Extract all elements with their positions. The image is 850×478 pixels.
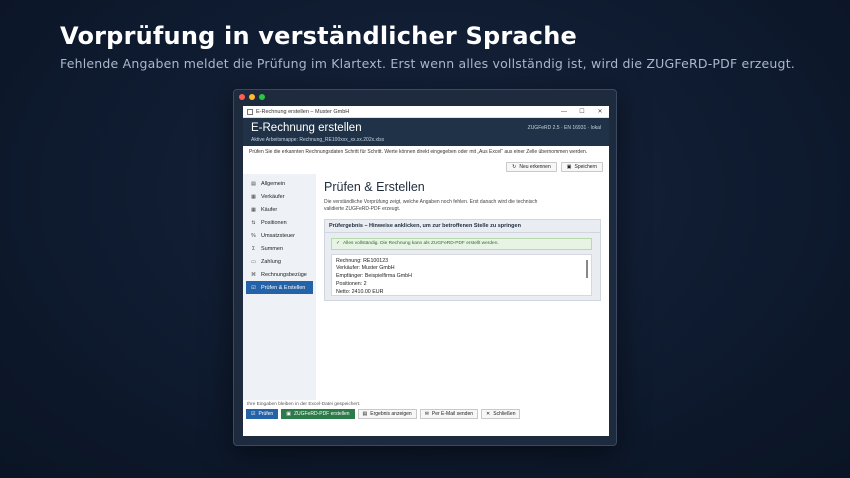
check-icon: ☑ bbox=[251, 411, 256, 417]
app-icon bbox=[247, 108, 253, 115]
building-icon: ▦ bbox=[251, 207, 256, 214]
show-result-label: Ergebnis anzeigen bbox=[370, 411, 412, 417]
create-pdf-label: ZUGFeRD-PDF erstellen bbox=[293, 411, 350, 417]
result-line: Positionen: 2 bbox=[336, 281, 367, 288]
standard-label: ZUGFeRD 2.5 · EN 16931 · lokal bbox=[527, 125, 601, 131]
screenshot-frame: E-Rechnung erstellen – Muster GmbH — ☐ ✕… bbox=[233, 89, 617, 446]
check-label: Prüfen bbox=[258, 411, 274, 417]
result-summary: Rechnung: RE100123 Verkäufer: Muster Gmb… bbox=[331, 253, 592, 296]
result-line: Netto: 2410.00 EUR bbox=[336, 289, 384, 296]
send-email-label: Per E-Mail senden bbox=[431, 411, 474, 417]
app-window: E-Rechnung erstellen – Muster GmbH — ☐ ✕… bbox=[243, 106, 609, 436]
intro-text: Prüfen Sie die erkannten Rechnungsdaten … bbox=[249, 149, 588, 155]
subline: Fehlende Angaben meldet die Prüfung im K… bbox=[60, 56, 795, 71]
traffic-lights bbox=[239, 94, 265, 100]
recognize-label: Neu erkennen bbox=[519, 164, 551, 170]
minimize-dot-icon bbox=[249, 94, 255, 100]
close-dot-icon bbox=[239, 94, 245, 100]
create-pdf-button[interactable]: ▣ ZUGFeRD-PDF erstellen bbox=[281, 409, 355, 419]
sidebar-item-label: Positionen bbox=[261, 220, 287, 227]
send-email-button[interactable]: ✉ Per E-Mail senden bbox=[419, 409, 479, 419]
sidebar-item-zahlung[interactable]: ▭ Zahlung bbox=[246, 255, 313, 268]
panel-title: Prüfergebnis – Hinweise anklicken, um zu… bbox=[325, 220, 600, 233]
window-title: E-Rechnung erstellen – Muster GmbH bbox=[256, 108, 350, 115]
result-line: Verkäufer: Muster GmbH bbox=[336, 265, 395, 272]
result-line: Rechnung: RE100123 bbox=[336, 257, 389, 264]
sidebar-item-label: Verkäufer bbox=[261, 194, 285, 201]
show-result-button[interactable]: ▤ Ergebnis anzeigen bbox=[357, 409, 417, 419]
ok-message-text: Alles vollständig. Die Rechnung kann als… bbox=[343, 241, 499, 246]
document-icon: ▤ bbox=[362, 411, 368, 417]
close-label: Schließen bbox=[493, 411, 516, 417]
footer-note: Ihre Eingaben bleiben in der Excel-Datei… bbox=[247, 402, 361, 407]
sidebar-item-rechnungsbezuege[interactable]: ⌘ Rechnungsbezüge bbox=[246, 268, 313, 281]
check-button[interactable]: ☑ Prüfen bbox=[246, 409, 279, 419]
validation-ok-message[interactable]: ✓ Alles vollständig. Die Rechnung kann a… bbox=[331, 237, 592, 250]
result-panel: Prüfergebnis – Hinweise anklicken, um zu… bbox=[324, 218, 601, 301]
minimize-icon[interactable]: — bbox=[555, 109, 573, 115]
sidebar-item-positionen[interactable]: ⇅ Positionen bbox=[246, 217, 313, 230]
mail-icon: ✉ bbox=[424, 411, 429, 417]
sidebar-item-label: Prüfen & Erstellen bbox=[261, 284, 306, 291]
sidebar-item-label: Käufer bbox=[261, 207, 278, 214]
sidebar-item-pruefen-erstellen[interactable]: ☑ Prüfen & Erstellen bbox=[246, 281, 313, 295]
general-icon: ▤ bbox=[251, 181, 256, 188]
zoom-dot-icon bbox=[259, 94, 265, 100]
app-header: E-Rechnung erstellen Aktive Arbeitsmappe… bbox=[243, 118, 609, 146]
close-icon[interactable]: ✕ bbox=[591, 108, 609, 115]
sidebar-item-label: Rechnungsbezüge bbox=[261, 271, 307, 278]
headline: Vorprüfung in verständlicher Sprache bbox=[60, 22, 578, 50]
workspace-label: Aktive Arbeitsmappe: Rechnung_RE100xxx_x… bbox=[251, 137, 385, 143]
page-description: Die verständliche Vorprüfung zeigt, welc… bbox=[324, 199, 538, 213]
result-line: Empfänger: Beispielfirma GmbH bbox=[336, 273, 412, 280]
sidebar-item-label: Summen bbox=[261, 245, 284, 252]
content-area: Prüfen & Erstellen Die verständliche Vor… bbox=[316, 174, 609, 400]
scrollbar[interactable] bbox=[586, 259, 588, 278]
sum-icon: Σ bbox=[251, 245, 256, 252]
window-titlebar: E-Rechnung erstellen – Muster GmbH — ☐ ✕ bbox=[243, 106, 609, 118]
maximize-icon[interactable]: ☐ bbox=[573, 108, 591, 115]
building-icon: ▦ bbox=[251, 194, 256, 201]
link-icon: ⌘ bbox=[251, 271, 256, 278]
sidebar-item-label: Umsatzsteuer bbox=[261, 233, 295, 239]
refresh-icon: ↻ bbox=[512, 164, 517, 170]
percent-icon: % bbox=[251, 233, 256, 239]
save-icon: ▣ bbox=[566, 164, 572, 170]
sidebar-item-umsatzsteuer[interactable]: % Umsatzsteuer bbox=[246, 230, 313, 243]
close-button[interactable]: ✕ Schließen bbox=[481, 409, 521, 419]
recognize-button[interactable]: ↻ Neu erkennen bbox=[506, 162, 557, 172]
sidebar-item-label: Zahlung bbox=[261, 258, 281, 265]
list-icon: ⇅ bbox=[251, 220, 256, 227]
payment-icon: ▭ bbox=[251, 258, 256, 265]
check-icon: ☑ bbox=[251, 284, 256, 291]
check-icon: ✓ bbox=[336, 241, 341, 246]
save-label: Speichern bbox=[574, 164, 597, 170]
top-toolbar: ↻ Neu erkennen ▣ Speichern bbox=[243, 161, 609, 174]
sidebar-item-summen[interactable]: Σ Summen bbox=[246, 242, 313, 255]
bottom-toolbar: ☑ Prüfen ▣ ZUGFeRD-PDF erstellen ▤ Ergeb… bbox=[243, 409, 609, 419]
main-area: ▤ Allgemein ▦ Verkäufer ▦ Käufer ⇅ Posit… bbox=[243, 174, 609, 400]
pdf-icon: ▣ bbox=[286, 411, 291, 417]
sidebar-item-allgemein[interactable]: ▤ Allgemein bbox=[246, 178, 313, 191]
sidebar-item-label: Allgemein bbox=[261, 181, 286, 188]
sidebar-item-verkaeufer[interactable]: ▦ Verkäufer bbox=[246, 191, 313, 204]
save-button[interactable]: ▣ Speichern bbox=[560, 162, 603, 172]
sidebar: ▤ Allgemein ▦ Verkäufer ▦ Käufer ⇅ Posit… bbox=[243, 174, 316, 400]
close-icon: ✕ bbox=[486, 411, 491, 417]
sidebar-item-kaeufer[interactable]: ▦ Käufer bbox=[246, 204, 313, 217]
page-title: Prüfen & Erstellen bbox=[324, 180, 425, 194]
